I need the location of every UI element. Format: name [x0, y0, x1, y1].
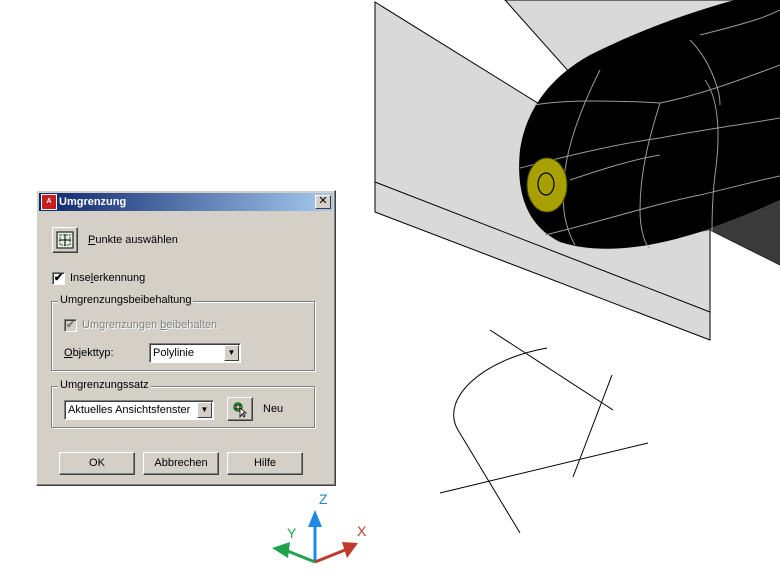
island-detection-label[interactable]: Inselerkennung: [70, 272, 145, 284]
pick-points-button[interactable]: [52, 227, 78, 253]
ucs-icon: X Y Z: [272, 491, 367, 564]
ucs-z-label: Z: [319, 491, 328, 507]
boundary-dialog: A Umgrenzung ✕ Punkte auswählen ✔ Insele…: [36, 190, 336, 486]
ucs-y-label: Y: [287, 525, 297, 541]
retain-boundaries-checkbox[interactable]: ✔: [64, 319, 77, 332]
select-objects-icon: [233, 402, 248, 418]
pick-points-label[interactable]: Punkte auswählen: [88, 234, 178, 246]
boundary-retention-group: Umgrenzungsbeibehaltung ✔ Umgrenzungen b…: [51, 294, 315, 371]
boundary-set-title: Umgrenzungssatz: [58, 379, 151, 391]
ucs-x-label: X: [357, 523, 367, 539]
pick-points-icon: [56, 231, 74, 249]
ok-button[interactable]: OK: [59, 452, 135, 475]
boundary-retention-title: Umgrenzungsbeibehaltung: [58, 294, 194, 306]
select-new-button[interactable]: [227, 397, 253, 421]
boundary-set-select[interactable]: Aktuelles Ansichtsfenster ▼: [64, 400, 214, 420]
island-detection-checkbox[interactable]: ✔: [52, 272, 65, 285]
close-button[interactable]: ✕: [315, 195, 331, 209]
boundary-set-dropdown-icon[interactable]: ▼: [197, 402, 212, 418]
new-label: Neu: [263, 403, 284, 415]
cancel-button[interactable]: Abbrechen: [143, 452, 219, 475]
object-type-dropdown-icon[interactable]: ▼: [224, 345, 239, 361]
hole-face: [526, 157, 568, 213]
sketch-geometry: [439, 329, 649, 534]
autocad-app-icon: A: [41, 194, 57, 210]
help-button[interactable]: Hilfe: [227, 452, 303, 475]
object-type-label: Objekttyp:: [64, 347, 114, 359]
object-type-select[interactable]: Polylinie ▼: [149, 343, 241, 363]
dialog-titlebar[interactable]: A Umgrenzung ✕: [39, 193, 333, 211]
retain-boundaries-label: Umgrenzungen beibehalten: [82, 319, 218, 331]
dialog-title: Umgrenzung: [59, 196, 127, 208]
object-type-value: Polylinie: [153, 347, 194, 359]
boundary-set-value: Aktuelles Ansichtsfenster: [68, 404, 191, 416]
